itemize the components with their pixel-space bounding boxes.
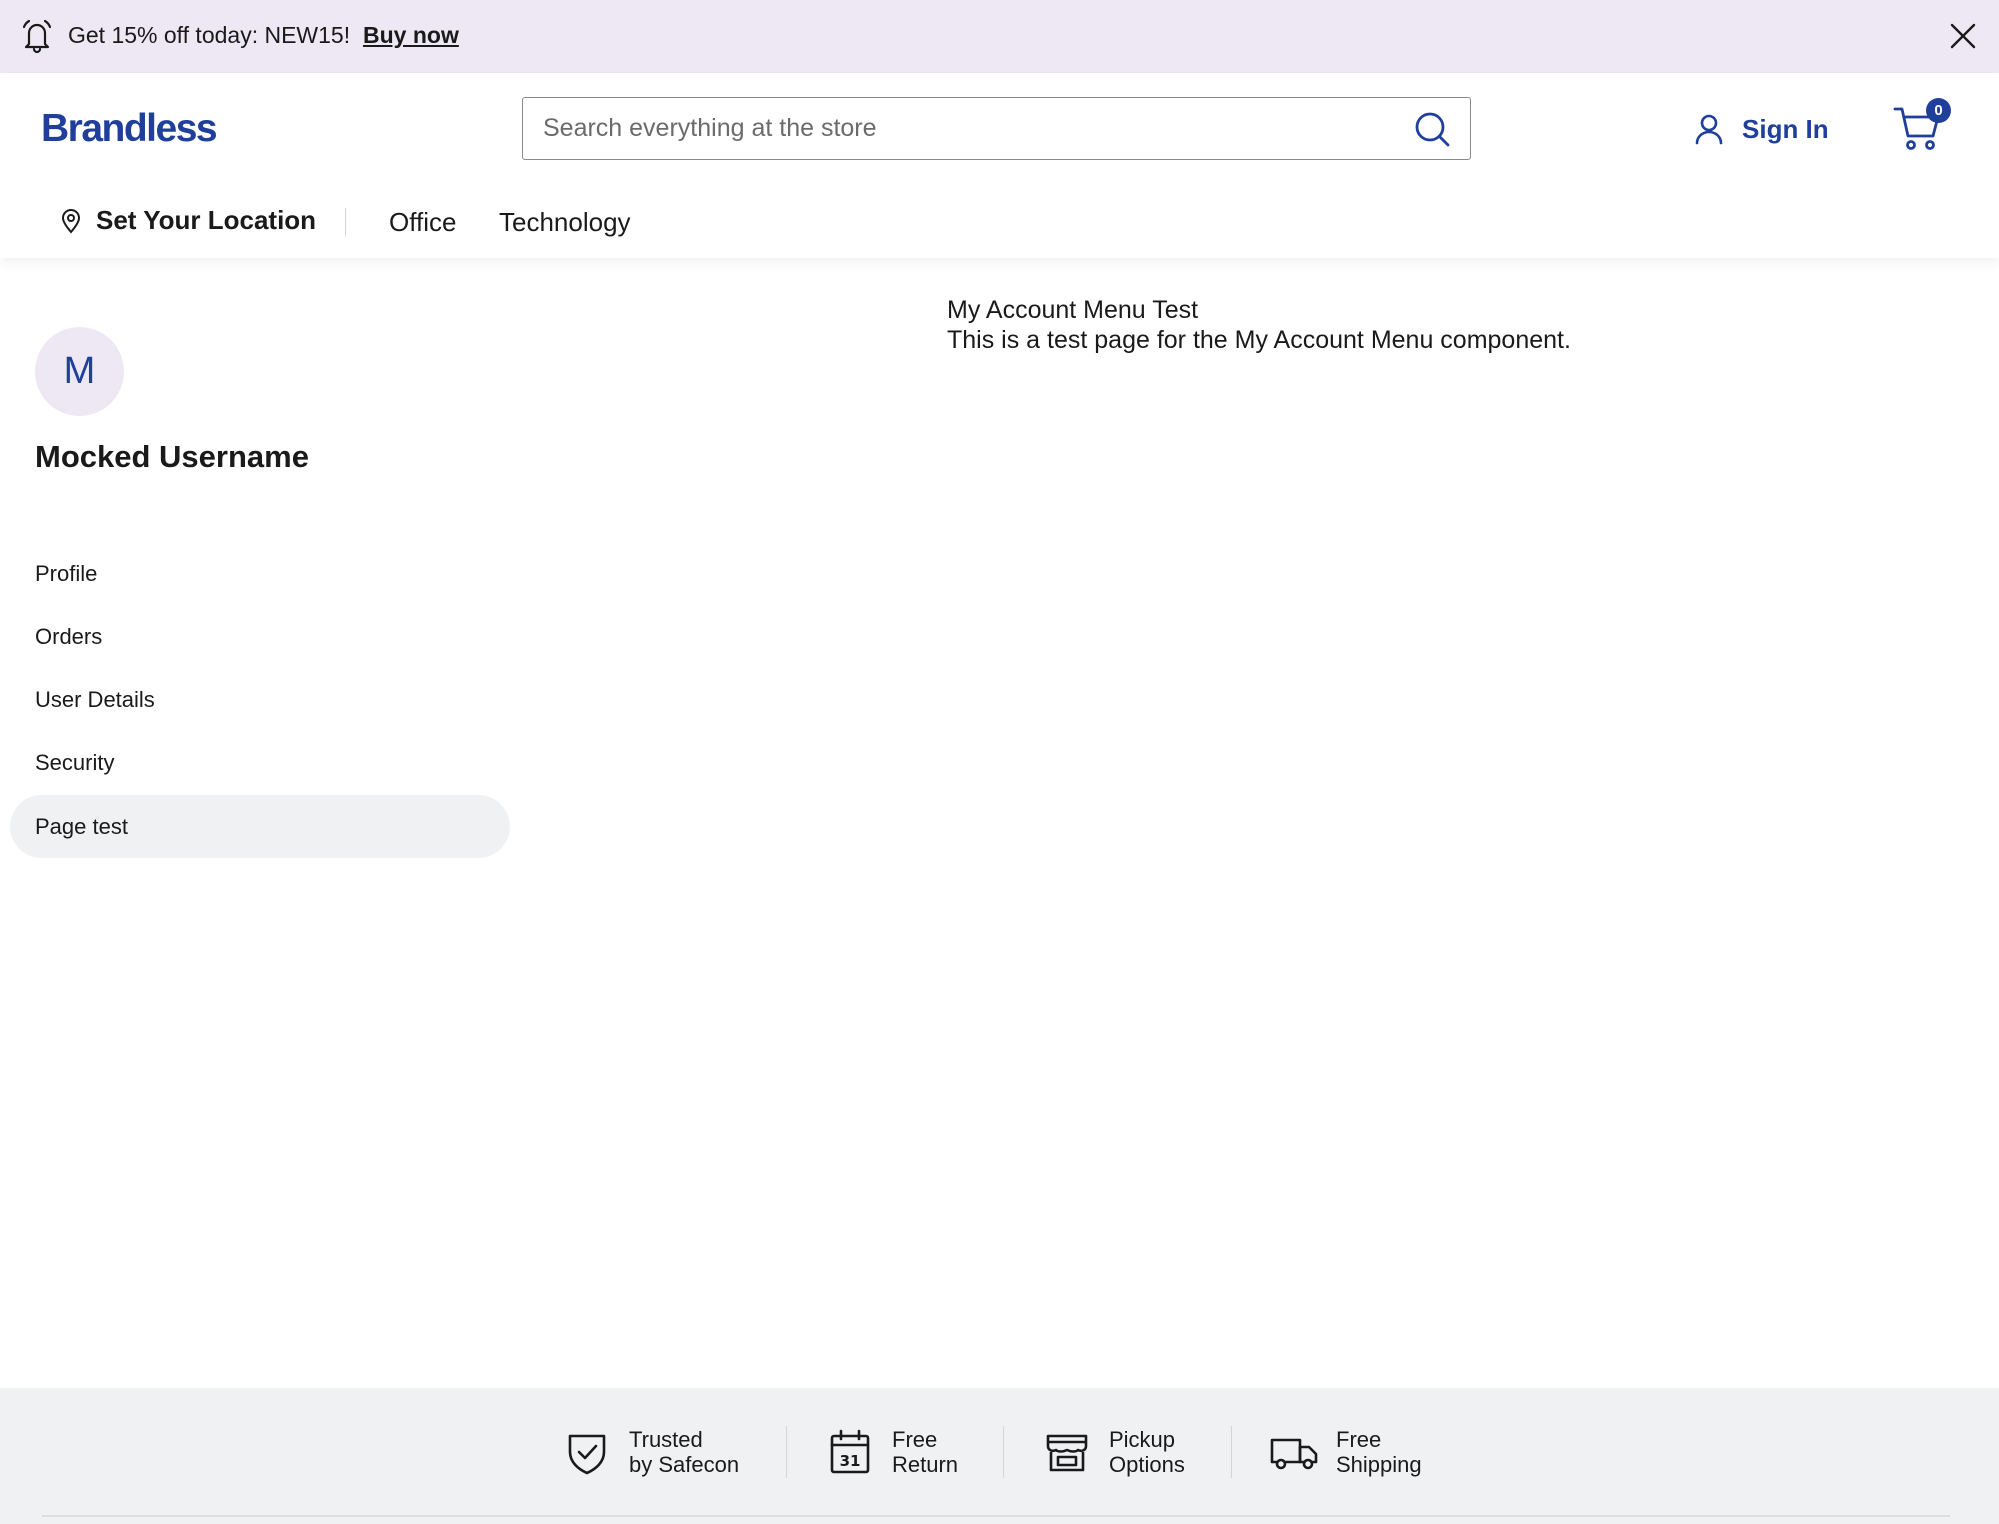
buy-now-link[interactable]: Buy now xyxy=(363,22,459,49)
username: Mocked Username xyxy=(35,439,309,474)
location-pin-icon xyxy=(61,208,81,234)
main-content: My Account Menu Test This is a test page… xyxy=(947,295,1571,355)
brand-logo[interactable]: Brandless xyxy=(41,107,218,151)
cart-count-badge: 0 xyxy=(1926,98,1951,123)
sidebar-item-page-test[interactable]: Page test xyxy=(10,795,510,858)
sign-in-button[interactable]: Sign In xyxy=(1694,111,1829,147)
footer-divider xyxy=(786,1426,787,1478)
main-nav: Set Your Location Office Technology xyxy=(0,201,1999,247)
footer-features: Trusted by Safecon 31 Free Return Pickup… xyxy=(0,1388,1999,1524)
close-icon[interactable] xyxy=(1947,20,1979,52)
nav-link-office[interactable]: Office xyxy=(389,207,456,238)
feature-shipping-line2: Shipping xyxy=(1336,1452,1422,1477)
shield-check-icon xyxy=(568,1434,606,1475)
svg-text:31: 31 xyxy=(840,1452,861,1470)
store-icon xyxy=(1046,1434,1088,1472)
feature-shipping-line1: Free xyxy=(1336,1427,1382,1452)
feature-return-line2: Return xyxy=(892,1452,959,1477)
feature-free-return: 31 Free Return xyxy=(826,1426,958,1478)
location-label: Set Your Location xyxy=(96,205,317,235)
promo-text: Get 15% off today: NEW15! xyxy=(68,22,351,48)
footer-separator-line xyxy=(42,1515,1950,1517)
truck-icon xyxy=(1270,1438,1318,1470)
footer-divider xyxy=(1231,1426,1232,1478)
avatar: M xyxy=(35,327,124,416)
search-icon[interactable] xyxy=(1413,110,1451,148)
page-description: This is a test page for the My Account M… xyxy=(947,326,1571,354)
nav-link-technology[interactable]: Technology xyxy=(499,207,631,238)
sidebar-item-security[interactable]: Security xyxy=(10,731,510,794)
sign-in-label: Sign In xyxy=(1742,113,1829,144)
bell-icon xyxy=(22,19,52,54)
cart-button[interactable]: 0 xyxy=(1893,98,1951,151)
set-location-button[interactable]: Set Your Location xyxy=(60,205,316,236)
feature-trusted: Trusted by Safecon xyxy=(563,1426,739,1478)
search-box xyxy=(522,97,1471,160)
calendar-icon: 31 xyxy=(830,1429,870,1474)
feature-return-line1: Free xyxy=(892,1427,938,1452)
search-input[interactable] xyxy=(543,98,1403,158)
nav-divider xyxy=(345,208,346,236)
feature-pickup-line1: Pickup xyxy=(1109,1427,1176,1452)
feature-pickup-line2: Options xyxy=(1109,1452,1185,1477)
feature-trusted-line2: by Safecon xyxy=(629,1452,740,1477)
user-icon xyxy=(1695,114,1723,145)
sidebar-item-user-details[interactable]: User Details xyxy=(10,668,510,731)
sidebar-item-profile[interactable]: Profile xyxy=(10,542,510,605)
sidebar-item-orders[interactable]: Orders xyxy=(10,605,510,668)
footer-divider xyxy=(1003,1426,1004,1478)
feature-shipping: Free Shipping xyxy=(1270,1426,1422,1478)
feature-pickup: Pickup Options xyxy=(1043,1426,1185,1478)
site-header: Brandless Sign In 0 Set Your Location Of… xyxy=(0,73,1999,258)
feature-trusted-line1: Trusted xyxy=(629,1427,703,1452)
page-title: My Account Menu Test xyxy=(947,296,1199,324)
promo-bar: Get 15% off today: NEW15! Buy now xyxy=(0,0,1999,73)
